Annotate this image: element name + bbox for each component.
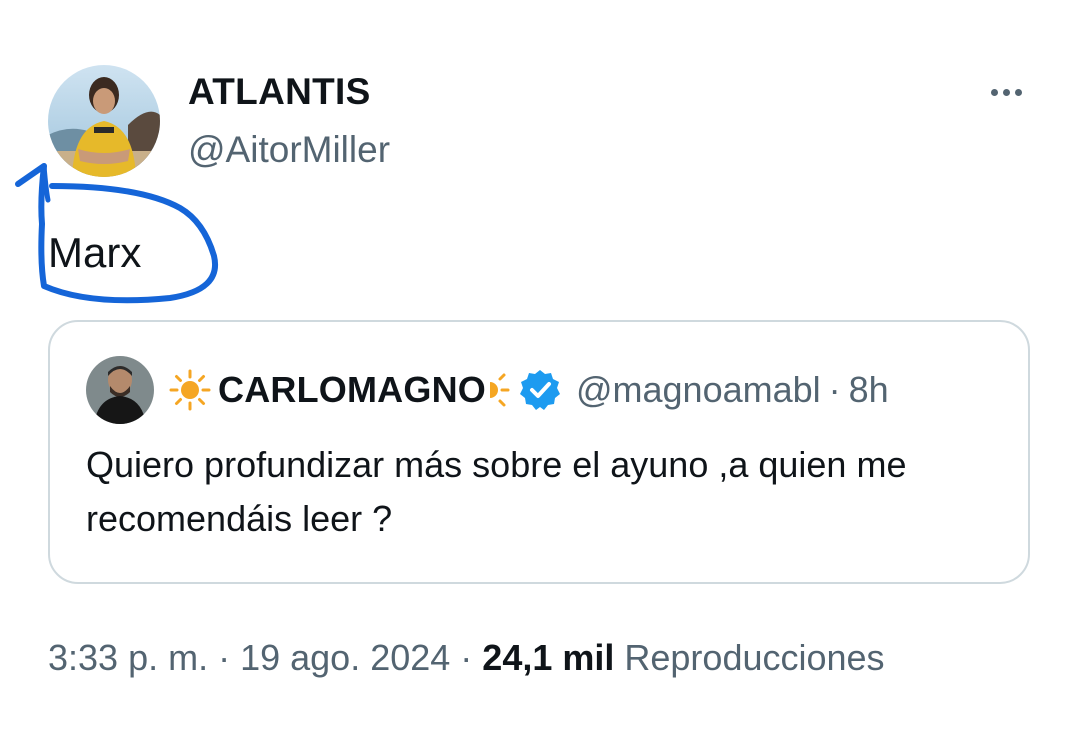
tweet-metadata: 3:33 p. m. · 19 ago. 2024 · 24,1 mil Rep…	[48, 634, 885, 682]
tweet-text: Marx	[48, 229, 142, 276]
more-dot	[990, 88, 998, 96]
quoted-tweet-text: Quiero profundizar más sobre el ayuno ,a…	[86, 444, 907, 539]
more-horizontal-icon[interactable]	[982, 76, 1030, 108]
sun-icon	[169, 369, 211, 411]
quoted-author-avatar[interactable]	[86, 356, 154, 424]
separator-dot: ·	[450, 637, 483, 678]
verified-badge-icon	[519, 370, 560, 410]
tweet-time[interactable]: 3:33 p. m.	[48, 637, 208, 678]
author-name[interactable]: ATLANTIS	[188, 68, 371, 116]
sun-half-icon	[489, 373, 510, 407]
quoted-author-name[interactable]: CARLOMAGNO	[218, 369, 486, 411]
separator-dot: ·	[828, 369, 841, 410]
author-handle[interactable]: @AitorMiller	[188, 126, 390, 174]
tweet-date[interactable]: 19 ago. 2024	[240, 637, 450, 678]
quoted-tweet-header: CARLOMAGNO @magnoamabl · 8h	[168, 366, 889, 414]
quoted-tweet-card[interactable]: CARLOMAGNO @magnoamabl · 8h Quiero profu…	[48, 320, 1030, 584]
separator-dot: ·	[208, 637, 241, 678]
quoted-author-handle[interactable]: @magnoamabl	[576, 369, 821, 411]
views-label: Reproducciones	[614, 637, 885, 678]
more-dot	[1014, 88, 1022, 96]
views-count: 24,1 mil	[482, 637, 615, 678]
more-dot	[1002, 88, 1010, 96]
quoted-tweet-time[interactable]: 8h	[849, 369, 889, 411]
author-avatar[interactable]	[48, 65, 160, 177]
